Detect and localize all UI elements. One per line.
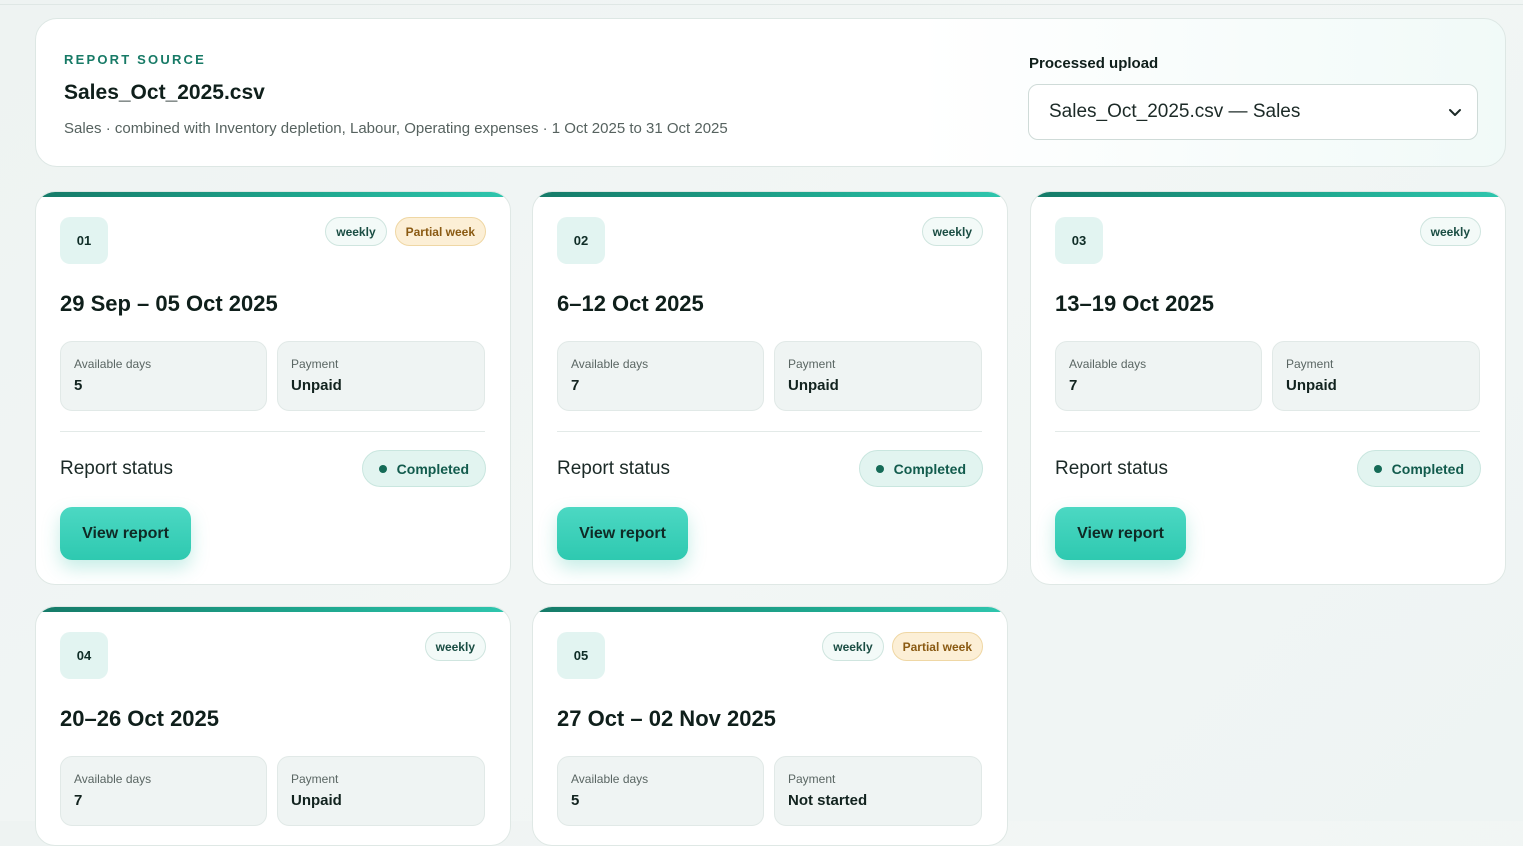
- view-report-button[interactable]: View report: [1055, 507, 1186, 560]
- available-days-label: Available days: [74, 357, 152, 371]
- available-days-tile: Available days 7: [557, 341, 764, 411]
- available-days-tile: Available days 7: [60, 756, 267, 826]
- card-divider: [1055, 431, 1480, 432]
- payment-label: Payment: [788, 772, 836, 786]
- available-days-value: 5: [74, 377, 83, 394]
- week-card-04: 04 weekly 20–26 Oct 2025 Available days …: [35, 606, 511, 846]
- top-divider: [0, 4, 1523, 5]
- weekly-badge: weekly: [325, 217, 387, 246]
- week-card-05: 05 weekly Partial week 27 Oct – 02 Nov 2…: [532, 606, 1008, 846]
- source-file-name: Sales_Oct_2025.csv: [64, 81, 265, 104]
- payment-value: Unpaid: [788, 377, 839, 394]
- available-days-label: Available days: [1069, 357, 1147, 371]
- report-status-label: Report status: [557, 458, 670, 479]
- payment-value: Unpaid: [291, 377, 342, 394]
- payment-value: Unpaid: [1286, 377, 1337, 394]
- available-days-tile: Available days 5: [60, 341, 267, 411]
- badge-group: weekly Partial week: [325, 217, 486, 246]
- payment-tile: Payment Unpaid: [1272, 341, 1480, 411]
- badge-group: weekly: [921, 217, 983, 246]
- weekly-badge: weekly: [921, 217, 983, 246]
- available-days-value: 5: [571, 792, 580, 809]
- report-status-label: Report status: [1055, 458, 1168, 479]
- week-index: 04: [60, 632, 108, 679]
- payment-tile: Payment Not started: [774, 756, 982, 826]
- view-report-button[interactable]: View report: [60, 507, 191, 560]
- available-days-label: Available days: [571, 357, 649, 371]
- view-report-button[interactable]: View report: [557, 507, 688, 560]
- status-badge: Completed: [1356, 450, 1481, 487]
- card-divider: [557, 431, 982, 432]
- chevron-down-icon: [1449, 109, 1461, 116]
- payment-label: Payment: [788, 357, 836, 371]
- week-range: 6–12 Oct 2025: [557, 291, 704, 316]
- week-range: 27 Oct – 02 Nov 2025: [557, 706, 776, 731]
- report-status-label: Report status: [60, 458, 173, 479]
- report-source-panel: REPORT SOURCE Sales_Oct_2025.csv Sales ·…: [35, 18, 1506, 167]
- partial-week-badge: Partial week: [891, 632, 983, 661]
- available-days-label: Available days: [74, 772, 152, 786]
- report-source-eyebrow: REPORT SOURCE: [64, 52, 207, 67]
- week-index: 03: [1055, 217, 1103, 264]
- status-badge: Completed: [858, 450, 983, 487]
- week-card-02: 02 weekly 6–12 Oct 2025 Available days 7…: [532, 191, 1008, 585]
- card-divider: [60, 431, 485, 432]
- processed-upload-label: Processed upload: [1029, 55, 1159, 72]
- week-index: 01: [60, 217, 108, 264]
- status-text: Completed: [893, 460, 966, 477]
- weekly-badge: weekly: [822, 632, 884, 661]
- week-index: 02: [557, 217, 605, 264]
- status-dot-icon: [1373, 464, 1382, 473]
- week-range: 13–19 Oct 2025: [1055, 291, 1215, 316]
- badge-group: weekly: [1419, 217, 1481, 246]
- week-range: 29 Sep – 05 Oct 2025: [60, 291, 278, 316]
- payment-label: Payment: [291, 772, 339, 786]
- payment-value: Unpaid: [291, 792, 342, 809]
- payment-tile: Payment Unpaid: [277, 341, 485, 411]
- available-days-label: Available days: [571, 772, 649, 786]
- available-days-value: 7: [1069, 377, 1078, 394]
- payment-label: Payment: [291, 357, 339, 371]
- available-days-tile: Available days 5: [557, 756, 764, 826]
- available-days-value: 7: [571, 377, 580, 394]
- status-dot-icon: [875, 464, 884, 473]
- payment-value: Not started: [788, 792, 868, 809]
- payment-tile: Payment Unpaid: [277, 756, 485, 826]
- week-card-01: 01 weekly Partial week 29 Sep – 05 Oct 2…: [35, 191, 511, 585]
- source-meta: Sales · combined with Inventory depletio…: [64, 120, 728, 137]
- available-days-value: 7: [74, 792, 83, 809]
- available-days-tile: Available days 7: [1055, 341, 1262, 411]
- processed-upload-select[interactable]: Sales_Oct_2025.csv — Sales: [1028, 84, 1478, 140]
- weekly-badge: weekly: [424, 632, 486, 661]
- partial-week-badge: Partial week: [394, 217, 486, 246]
- badge-group: weekly Partial week: [822, 632, 983, 661]
- status-dot-icon: [378, 464, 387, 473]
- status-text: Completed: [396, 460, 469, 477]
- week-range: 20–26 Oct 2025: [60, 706, 220, 731]
- processed-upload-value: Sales_Oct_2025.csv — Sales: [1049, 101, 1301, 122]
- week-card-03: 03 weekly 13–19 Oct 2025 Available days …: [1030, 191, 1506, 585]
- week-index: 05: [557, 632, 605, 679]
- weekly-badge: weekly: [1419, 217, 1481, 246]
- status-text: Completed: [1391, 460, 1464, 477]
- payment-label: Payment: [1286, 357, 1334, 371]
- status-badge: Completed: [361, 450, 486, 487]
- payment-tile: Payment Unpaid: [774, 341, 982, 411]
- badge-group: weekly: [424, 632, 486, 661]
